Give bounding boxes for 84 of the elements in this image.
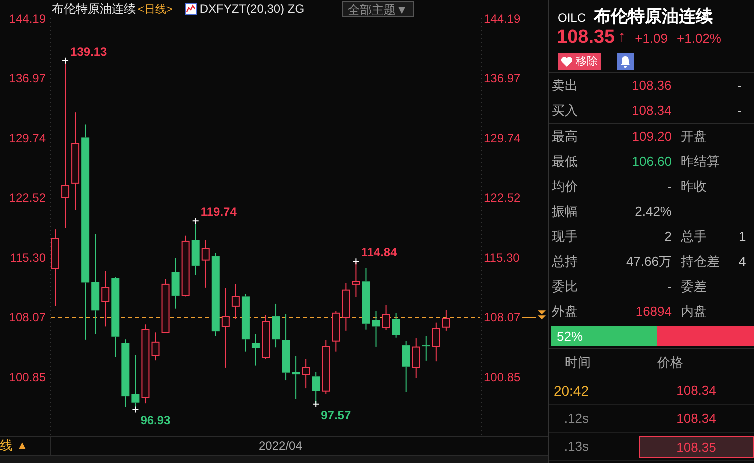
extreme-price-label: 114.84: [361, 246, 398, 260]
stat-value: 2: [664, 229, 672, 244]
price-axis-label: 144.19: [9, 12, 46, 26]
stat-value: 2.42%: [634, 204, 672, 219]
order-price: 108.36: [632, 78, 673, 93]
price-axis-label: 115.30: [10, 250, 46, 265]
tick-price: 108.35: [639, 436, 754, 458]
order-volume: -: [738, 103, 742, 118]
remove-button[interactable]: 移除: [558, 53, 601, 70]
instrument-name: 布伦特原油连续: [594, 6, 714, 28]
column-header: 价格: [656, 354, 684, 372]
period-label[interactable]: <日线>: [138, 2, 173, 16]
stat-value: -: [666, 179, 672, 194]
stat-label: 振幅: [552, 202, 579, 220]
price-axis-label: 100.85: [9, 370, 46, 384]
stat-value: 47.66万: [625, 252, 672, 270]
price-axis-label: 122.52: [484, 191, 521, 206]
extreme-price-label: 119.74: [200, 205, 237, 220]
price-marker-icon: [538, 310, 546, 320]
change-arrow: ↑: [618, 29, 626, 47]
stat-value: 1: [739, 229, 748, 244]
price-axis-label: 100.85: [484, 370, 521, 384]
stat-value: 109.20: [631, 129, 672, 144]
order-volume: -: [738, 78, 742, 93]
current-price-line: [522, 317, 536, 318]
price-change: +1.09: [635, 30, 668, 46]
tick-time: .12s: [563, 411, 590, 426]
stat-label: 总手: [681, 228, 708, 246]
price-axis-label: 129.74: [484, 131, 521, 146]
price-axis-label: 115.30: [484, 250, 520, 265]
extreme-marker-icon: [192, 218, 200, 225]
bell-icon: [620, 56, 631, 68]
instrument-title: 布伦特原油连续: [52, 0, 136, 18]
buy-ratio-fill: 52%: [551, 326, 657, 346]
heart-icon: [561, 56, 573, 66]
order-price: 108.34: [632, 103, 673, 118]
tick-time: 20:42: [552, 382, 590, 398]
price-axis-label: 122.52: [9, 191, 46, 206]
stat-label: 委比: [552, 278, 579, 296]
stat-label: 总持: [552, 252, 579, 270]
order-label: 卖出: [552, 76, 579, 94]
stat-label: 委差: [681, 278, 708, 296]
extreme-price-label: 96.93: [140, 414, 171, 428]
indicator-label: DXFYZT(20,30) ZG: [200, 2, 305, 16]
extreme-price-label: 139.13: [70, 44, 108, 59]
column-header: 时间: [564, 354, 592, 372]
price-axis-label: 136.97: [484, 72, 521, 86]
price-axis-label: 108.07: [9, 310, 46, 325]
period-switch-label[interactable]: 线: [0, 437, 13, 455]
tick-time: .13s: [563, 439, 590, 454]
last-price: 108.35: [557, 27, 616, 49]
stat-label: 现手: [552, 228, 579, 246]
stat-label: 最高: [552, 128, 579, 146]
stat-label: 持仓差: [681, 252, 721, 270]
extreme-price-label: 97.57: [321, 408, 352, 422]
line-chart-icon[interactable]: [184, 3, 197, 15]
extreme-marker-icon: [62, 57, 70, 64]
theme-dropdown[interactable]: 全部主题▼: [342, 1, 414, 17]
stat-label: 昨结算: [681, 152, 721, 170]
percent-change: +1.02%: [677, 30, 722, 46]
price-axis-label: 129.74: [9, 131, 46, 146]
stat-label: 最低: [552, 152, 579, 170]
tick-price: 108.34: [676, 382, 718, 400]
symbol-code: OILC: [558, 11, 586, 25]
stat-value: 4: [739, 254, 748, 269]
stat-label: 外盘: [552, 302, 579, 320]
price-axis-label: 144.19: [484, 12, 521, 26]
stat-label: 开盘: [681, 128, 708, 146]
order-label: 买入: [552, 102, 579, 120]
stat-label: 内盘: [681, 302, 708, 320]
extreme-marker-icon: [132, 406, 140, 414]
tick-price: 108.34: [676, 410, 718, 428]
price-axis-label: 136.97: [9, 72, 46, 86]
stat-value: 106.60: [631, 154, 672, 169]
alert-bell-button[interactable]: [617, 53, 634, 70]
stat-value: -: [666, 279, 672, 294]
extreme-marker-icon: [312, 400, 320, 408]
stat-label: 昨收: [681, 178, 708, 196]
stat-value: 16894: [634, 304, 672, 319]
extreme-marker-icon: [352, 258, 360, 266]
price-axis-label: 108.07: [484, 310, 521, 325]
stat-label: 均价: [552, 178, 579, 196]
date-axis-label: 2022/04: [259, 439, 302, 453]
period-switch-arrow[interactable]: ▲: [17, 440, 28, 452]
